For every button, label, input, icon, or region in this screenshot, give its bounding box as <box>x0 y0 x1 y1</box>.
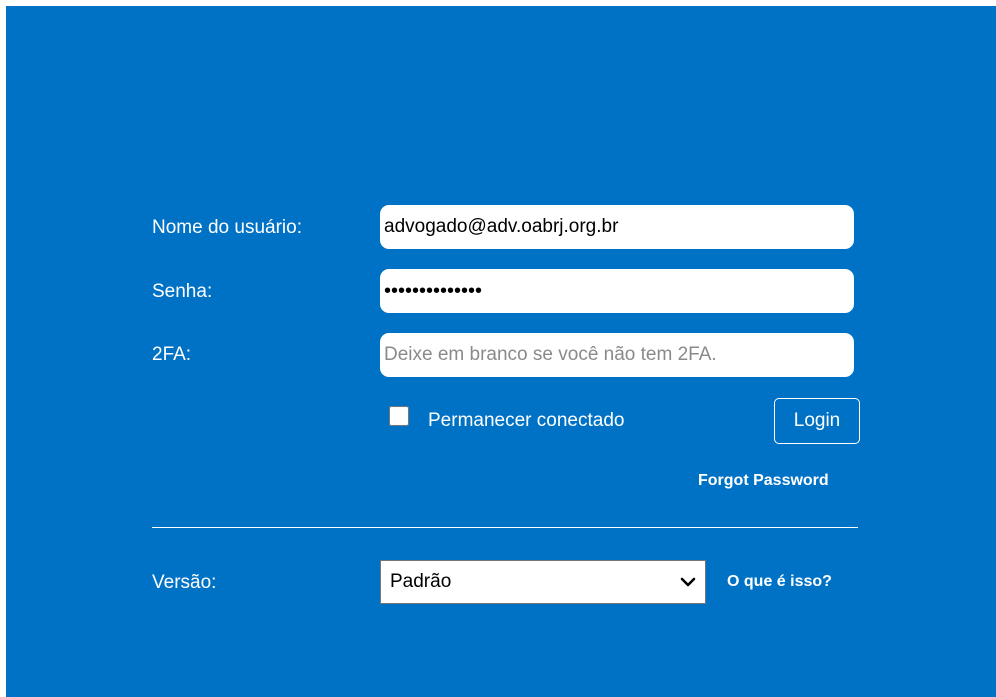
remember-me-checkbox[interactable] <box>389 406 409 426</box>
divider <box>152 527 858 528</box>
forgot-password-link[interactable]: Forgot Password <box>698 471 829 491</box>
password-input[interactable] <box>380 269 854 313</box>
version-select[interactable]: Padrão <box>380 560 706 604</box>
chevron-down-icon <box>680 577 696 587</box>
twofa-input[interactable] <box>380 333 854 377</box>
password-label: Senha: <box>152 281 213 302</box>
username-label: Nome do usuário: <box>152 217 302 238</box>
remember-me-label[interactable]: Permanecer conectado <box>428 409 624 433</box>
login-button[interactable]: Login <box>774 398 860 444</box>
version-select-value: Padrão <box>390 571 452 592</box>
twofa-label: 2FA: <box>152 344 192 365</box>
username-input[interactable] <box>380 205 854 249</box>
version-help-link[interactable]: O que é isso? <box>727 572 832 592</box>
version-label: Versão: <box>152 572 217 593</box>
